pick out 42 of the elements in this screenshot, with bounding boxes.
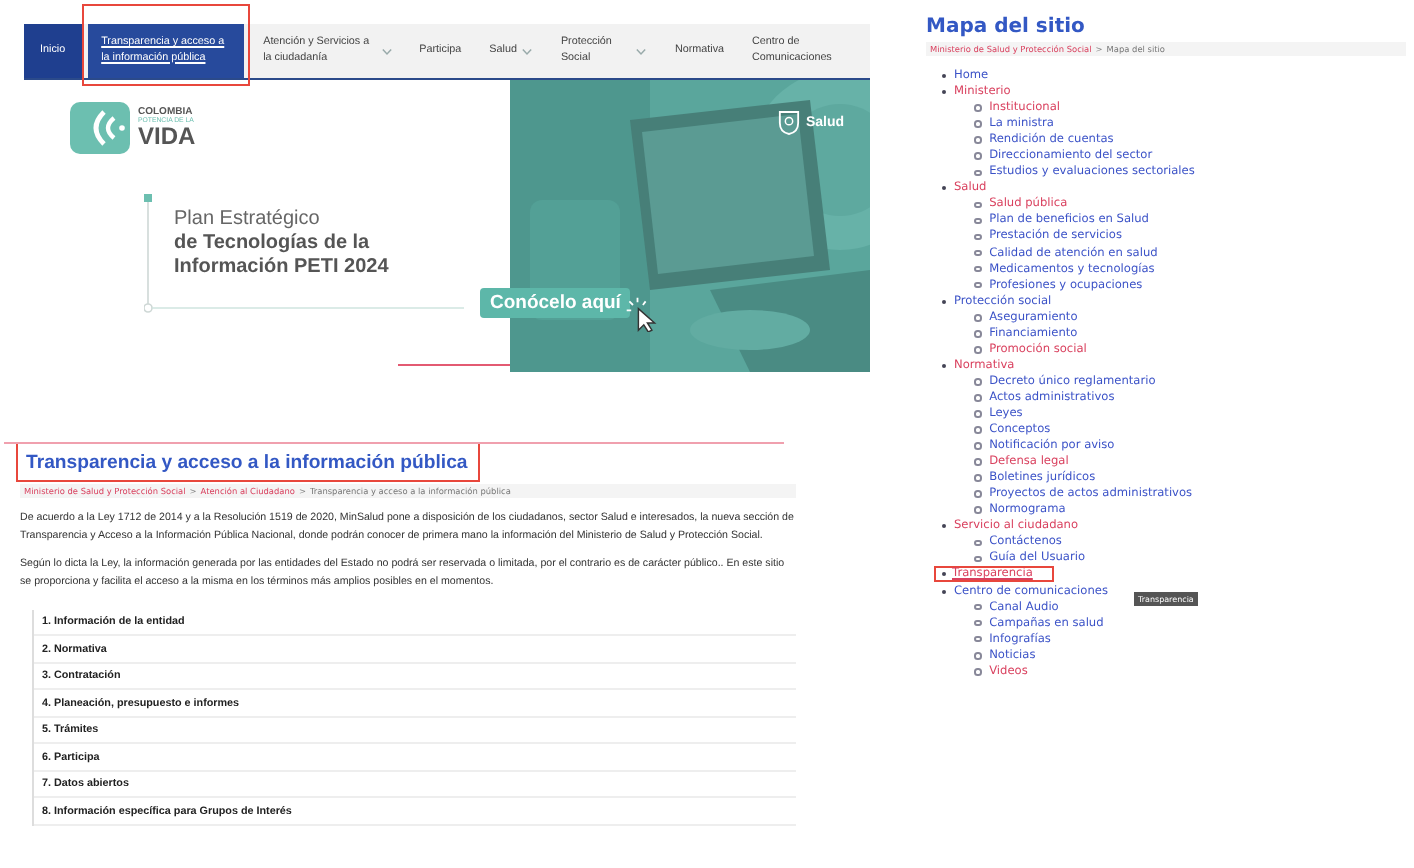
- bullet-icon: [974, 506, 982, 515]
- banner-title: de Tecnologías de la: [174, 232, 372, 256]
- bullet-icon: [974, 313, 982, 322]
- bullet-icon: [974, 555, 982, 563]
- sitemap-title: Mapa del sitio: [926, 16, 1087, 38]
- bullet-icon: [974, 458, 982, 466]
- bullet-icon: [974, 667, 982, 676]
- logo-wordmark: VIDA: [138, 124, 196, 149]
- bullet-icon: [974, 490, 982, 499]
- bullet-icon: [974, 329, 982, 338]
- bullet-icon: [974, 651, 982, 659]
- caret-icon: [522, 47, 533, 55]
- cursor-icon: [624, 296, 661, 332]
- bullet-icon: [974, 410, 982, 418]
- caret-icon: [636, 47, 647, 55]
- bullet-icon: [974, 104, 982, 112]
- bullet-icon: [974, 426, 982, 434]
- bullet-icon: [974, 539, 982, 547]
- bullet-icon: [974, 442, 982, 450]
- bullet-icon: [974, 217, 982, 225]
- bullet-icon: [974, 152, 982, 161]
- bullet-icon: [974, 346, 982, 354]
- bullet-icon: [974, 233, 982, 241]
- bullet-icon: [974, 394, 982, 402]
- bullet-icon: [974, 136, 982, 144]
- shield-icon: [777, 110, 800, 136]
- bullet-icon: [974, 120, 982, 128]
- bullet-icon: [974, 265, 982, 273]
- bullet-icon: [974, 281, 982, 289]
- bullet-icon: [974, 378, 982, 386]
- bullet-icon: [974, 603, 982, 611]
- bullet-icon: [974, 249, 982, 257]
- bullet-icon: [974, 619, 982, 627]
- banner-subtitle: Plan Estratégico: [174, 208, 322, 232]
- bullet-icon: [974, 474, 982, 482]
- page-title: Transparencia y acceso a la información pública: [26, 452, 468, 474]
- bullet-icon: [974, 201, 982, 209]
- banner-title: Información PETI 2024: [174, 256, 389, 280]
- caret-icon: [381, 47, 392, 55]
- bullet-icon: [974, 169, 982, 177]
- logo-icon: [70, 102, 130, 154]
- bullet-icon: [974, 635, 982, 643]
